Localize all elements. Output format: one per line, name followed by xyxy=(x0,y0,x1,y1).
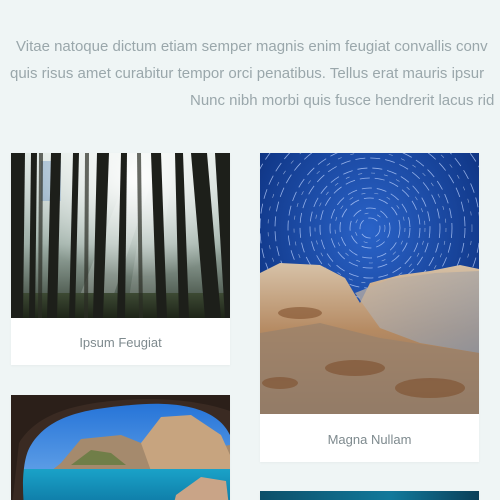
gallery-card-ocean[interactable] xyxy=(260,491,479,500)
gallery-card-magna-nullam[interactable]: Magna Nullam xyxy=(260,153,479,462)
forest-sunbeams-photo[interactable] xyxy=(11,153,230,318)
sea-cave-coast-photo[interactable] xyxy=(11,395,230,500)
card-caption: Ipsum Feugiat xyxy=(79,335,162,350)
intro-line-2: quis risus amet curabitur tempor orci pe… xyxy=(10,65,485,82)
intro-line-3: Nunc nibh morbi quis fusce hendrerit lac… xyxy=(190,92,495,109)
card-caption: Magna Nullam xyxy=(327,432,412,447)
page: Vitae natoque dictum etiam semper magnis… xyxy=(0,0,500,500)
intro-line-1: Vitae natoque dictum etiam semper magnis… xyxy=(16,38,488,55)
star-trails-rocks-photo[interactable] xyxy=(260,153,479,414)
gallery-card-sea-cave[interactable] xyxy=(11,395,230,500)
gallery-card-ipsum-feugiat[interactable]: Ipsum Feugiat xyxy=(11,153,230,365)
ocean-photo[interactable] xyxy=(260,491,479,500)
intro-paragraph: Vitae natoque dictum etiam semper magnis… xyxy=(0,33,500,114)
